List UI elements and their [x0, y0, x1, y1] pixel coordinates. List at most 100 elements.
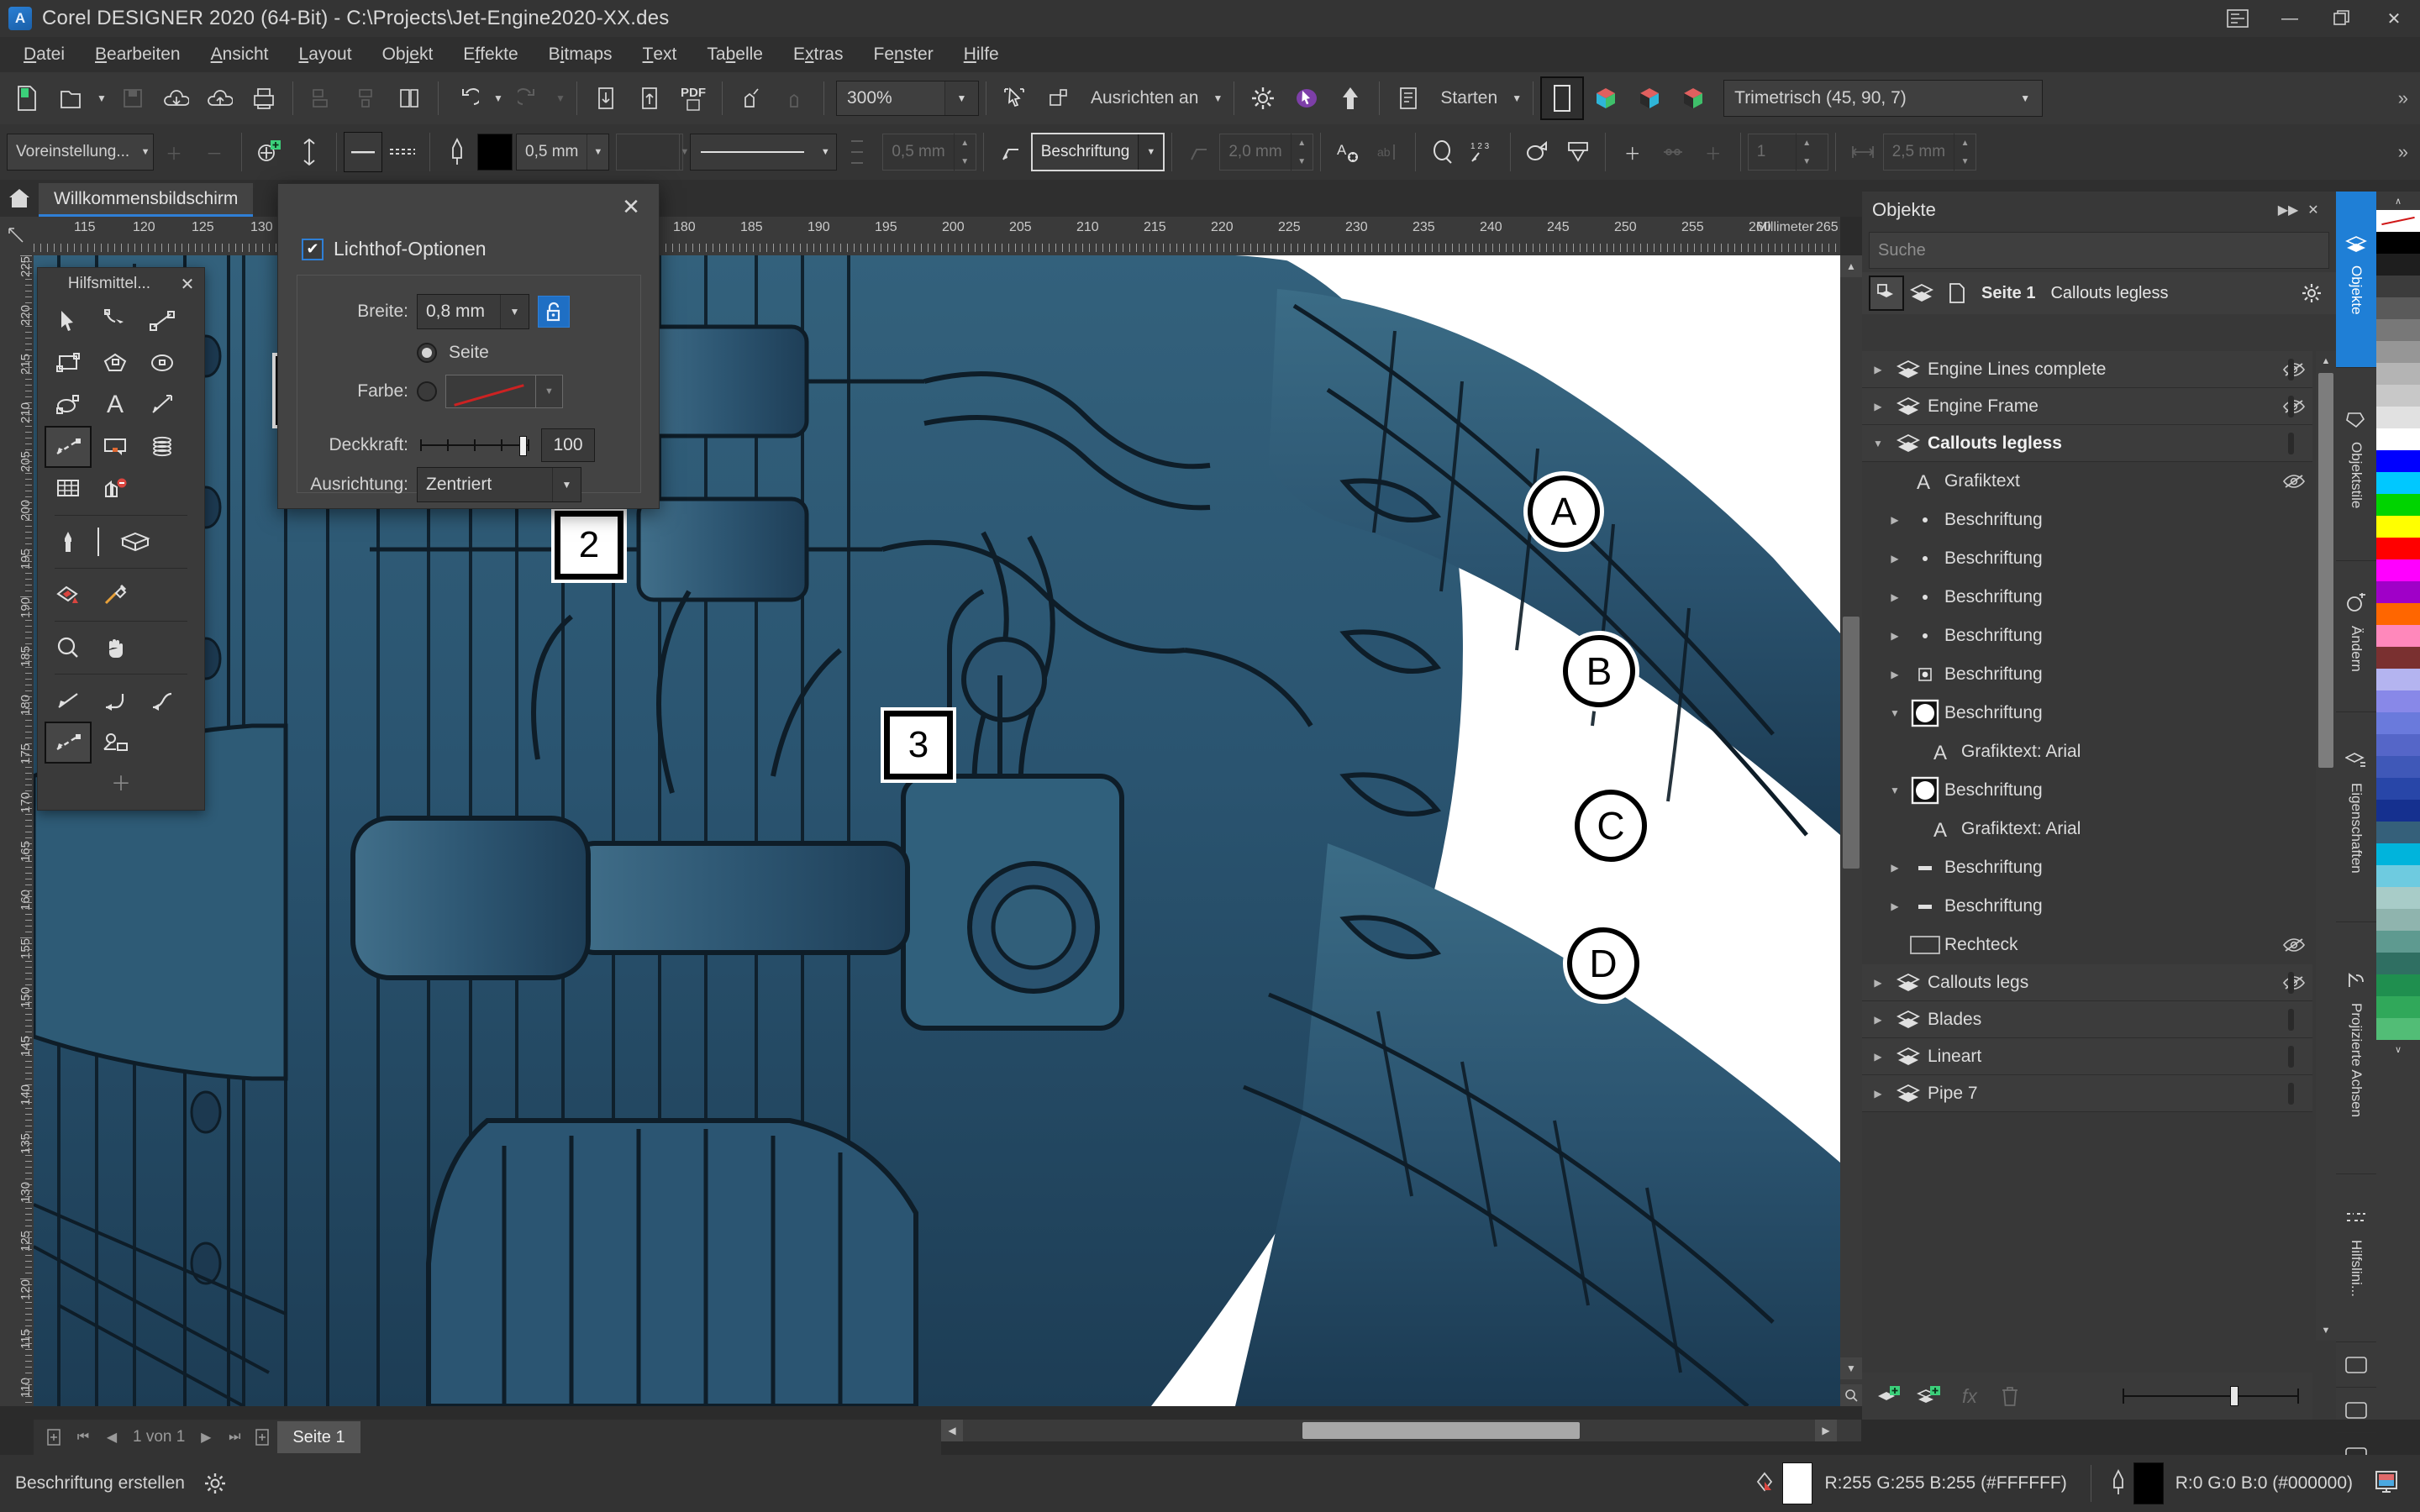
chevron-right-icon[interactable]: ▶ — [1884, 514, 1906, 526]
docker-scroll-thumb[interactable] — [2318, 373, 2333, 768]
leader-length-icon[interactable] — [1843, 132, 1883, 172]
align-right-icon[interactable] — [387, 76, 431, 120]
color-preview-combo[interactable]: ▼ — [445, 375, 563, 408]
gear-icon[interactable] — [197, 1465, 234, 1502]
palette-swatch[interactable] — [2376, 1018, 2420, 1040]
visibility-eye-icon[interactable] — [2275, 937, 2312, 953]
align-center-icon[interactable] — [344, 76, 387, 120]
callout-tool-icon[interactable] — [45, 426, 92, 468]
remove-preset-button[interactable]: － — [194, 132, 234, 172]
symbol-library-icon[interactable] — [139, 426, 186, 468]
object-row[interactable]: ▶Pipe 7 — [1862, 1075, 2312, 1112]
docker-tab-eigenschaften[interactable]: Eigenschaften — [2336, 712, 2376, 922]
outline-color-chip[interactable] — [2133, 1462, 2164, 1504]
palette-swatch[interactable] — [2376, 363, 2420, 385]
scroll-right-icon[interactable]: ▶ — [1815, 1420, 1837, 1441]
width-combo[interactable]: 0,8 mm ▼ — [417, 294, 529, 329]
view-iso3-icon[interactable] — [1671, 76, 1715, 120]
callout-marker-c[interactable]: C — [1575, 790, 1647, 862]
view-iso2-icon[interactable] — [1628, 76, 1671, 120]
vertical-ruler[interactable]: 2252202152102052001951901851801751701651… — [0, 255, 34, 1406]
callout-legless-icon[interactable] — [45, 722, 92, 764]
gear-icon[interactable] — [2294, 276, 2329, 311]
object-row[interactable]: ▼Callouts legless — [1862, 425, 2312, 462]
menu-effekte[interactable]: Effekte — [448, 37, 533, 72]
brush-tool-icon[interactable] — [45, 521, 92, 563]
docker-tab-hilfslini[interactable]: Hilfslini... — [2336, 1174, 2376, 1342]
palette-swatch[interactable] — [2376, 385, 2420, 407]
chevron-down-icon[interactable]: ▼ — [138, 147, 153, 157]
redo-icon[interactable] — [508, 76, 551, 120]
breadcrumb-page[interactable]: Seite 1 — [1981, 284, 2035, 303]
palette-swatch[interactable] — [2376, 909, 2420, 931]
leader-length-spinner[interactable]: ▲▼ — [1954, 134, 1975, 171]
close-button[interactable]: ✕ — [2368, 0, 2420, 37]
palette-swatch[interactable] — [2376, 974, 2420, 996]
palette-swatch[interactable] — [2376, 538, 2420, 559]
docker-scrollbar[interactable]: ▲ ▼ — [2316, 351, 2336, 1341]
effects-icon[interactable]: fx — [1949, 1377, 1990, 1415]
polygon-tool-icon[interactable] — [92, 342, 139, 384]
arrow-start-combo[interactable]: ▼ — [616, 134, 683, 171]
docker-size-slider[interactable] — [2123, 1385, 2299, 1407]
chevron-right-icon[interactable]: ▶ — [1884, 900, 1906, 912]
menu-bitmaps[interactable]: Bitmaps — [534, 37, 628, 72]
docker-tab-objekte[interactable]: Objekte — [2336, 192, 2376, 368]
next-page-button[interactable]: ▶ — [192, 1423, 220, 1452]
export-file-icon[interactable] — [628, 76, 671, 120]
launch-dropdown-arrow[interactable]: ▼ — [1507, 76, 1526, 120]
fill-tool-icon[interactable] — [45, 574, 92, 616]
page-tab-seite-1[interactable]: Seite 1 — [277, 1421, 360, 1453]
undo-dropdown-arrow[interactable]: ▼ — [489, 76, 508, 120]
prev-page-button[interactable]: ◀ — [97, 1423, 126, 1452]
first-page-button[interactable]: ⏮ — [69, 1423, 97, 1452]
display-icon[interactable] — [2365, 1469, 2408, 1498]
palette-swatch[interactable] — [2376, 669, 2420, 690]
projection-box-icon[interactable] — [105, 521, 166, 563]
rectangle-tool-icon[interactable] — [45, 342, 92, 384]
palette-scroll-up-icon[interactable]: ∧ — [2376, 192, 2420, 210]
circle-callout-icon[interactable] — [1423, 132, 1463, 172]
object-row[interactable]: AGrafiktext: Arial — [1862, 732, 2312, 771]
side-radio[interactable] — [417, 343, 437, 363]
search-input[interactable]: Suche — [1869, 232, 2329, 269]
bent-leader-right-icon[interactable] — [139, 680, 186, 722]
callout-shape-icon[interactable] — [1518, 132, 1558, 172]
snap-point-icon[interactable] — [249, 132, 289, 172]
scroll-down-icon[interactable]: ▼ — [2316, 1320, 2336, 1341]
import-icon[interactable] — [155, 76, 198, 120]
zoom-fit-icon[interactable] — [1840, 1384, 1862, 1406]
line-2point-tool-icon[interactable] — [139, 300, 186, 342]
palette-swatch[interactable] — [2376, 647, 2420, 669]
node-split-icon[interactable] — [1653, 132, 1693, 172]
object-row[interactable]: AGrafiktext: Arial — [1862, 810, 2312, 848]
close-icon[interactable]: ✕ — [2301, 197, 2326, 223]
palette-swatch[interactable] — [2376, 865, 2420, 887]
chevron-right-icon[interactable]: ▶ — [1884, 862, 1906, 874]
object-row[interactable]: ▶Blades — [1862, 1001, 2312, 1038]
snap-cursor-icon[interactable] — [993, 76, 1037, 120]
palette-swatch[interactable] — [2376, 712, 2420, 734]
scroll-up-icon[interactable]: ▲ — [1840, 255, 1862, 277]
palette-swatch[interactable] — [2376, 931, 2420, 953]
visibility-eye-icon[interactable] — [2275, 362, 2312, 377]
callout-gap-icon[interactable] — [1179, 132, 1219, 172]
callout-pin-icon[interactable] — [1558, 132, 1598, 172]
view-iso1-icon[interactable] — [1584, 76, 1628, 120]
callout-marker-2[interactable]: 2 — [555, 511, 623, 580]
redo-dropdown-arrow[interactable]: ▼ — [551, 76, 570, 120]
object-row[interactable]: ▶Beschriftung — [1862, 501, 2312, 539]
callout-marker-b[interactable]: B — [1563, 635, 1635, 707]
palette-swatch[interactable] — [2376, 778, 2420, 800]
layer-manager-icon[interactable] — [1904, 276, 1939, 311]
palette-swatch[interactable] — [2376, 516, 2420, 538]
menu-objekt[interactable]: Objekt — [367, 37, 449, 72]
object-list[interactable]: ▶Engine Lines complete▶Engine Frame▼Call… — [1862, 351, 2312, 1341]
import-file-icon[interactable] — [584, 76, 628, 120]
zoom-level-combo[interactable]: 300% ▼ — [836, 81, 979, 116]
palette-no-color-swatch[interactable] — [2376, 210, 2420, 232]
palette-swatch[interactable] — [2376, 734, 2420, 756]
canvas-horizontal-scrollbar[interactable]: ◀ ▶ — [941, 1420, 1861, 1441]
object-row[interactable]: ▶Engine Lines complete — [1862, 351, 2312, 388]
gear-icon[interactable] — [1241, 76, 1285, 120]
